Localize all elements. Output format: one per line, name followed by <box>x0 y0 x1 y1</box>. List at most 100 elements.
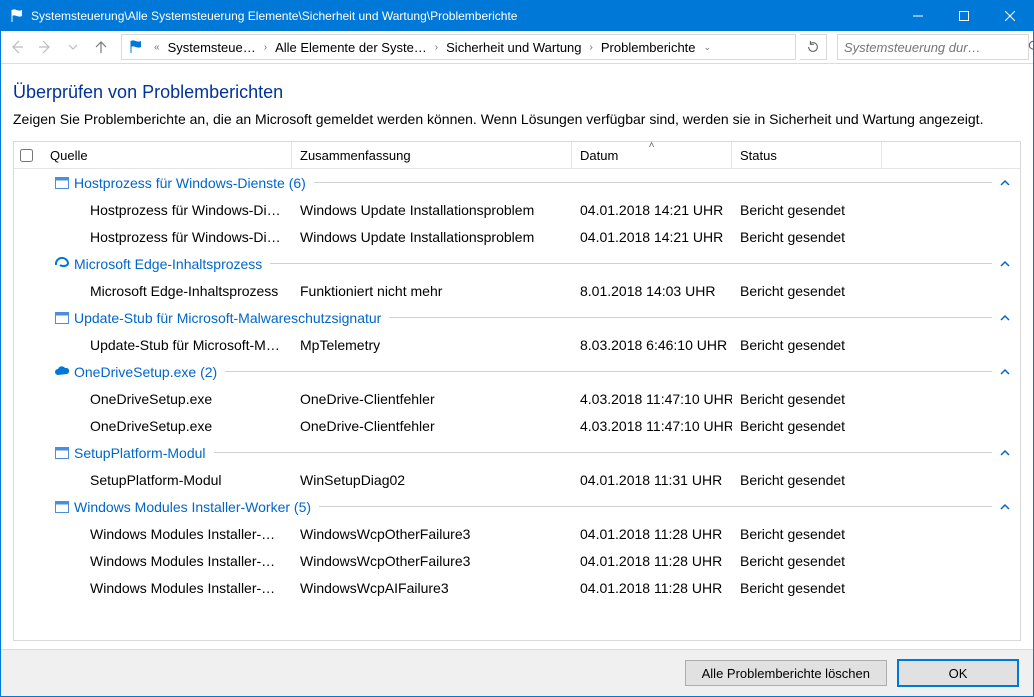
chevron-up-icon[interactable] <box>1000 259 1010 269</box>
group-row[interactable]: Hostprozess für Windows-Dienste (6) <box>14 169 1020 196</box>
column-header-date[interactable]: ˄ Datum <box>572 142 732 168</box>
group-title: Hostprozess für Windows-Dienste (6) <box>74 175 306 191</box>
breadcrumb-item[interactable]: Alle Elemente der Syste… <box>273 40 429 55</box>
chevron-right-icon[interactable]: › <box>429 42 444 53</box>
table-row[interactable]: Windows Modules Installer-Wo…WindowsWcpO… <box>14 547 1020 574</box>
group-divider <box>389 317 992 318</box>
cell-summary: OneDrive-Clientfehler <box>292 391 572 407</box>
back-button[interactable] <box>5 35 29 59</box>
cell-summary: Funktioniert nicht mehr <box>292 283 572 299</box>
chevron-up-icon[interactable] <box>1000 313 1010 323</box>
cell-status: Bericht gesendet <box>732 229 882 245</box>
forward-button[interactable] <box>33 35 57 59</box>
search-box[interactable] <box>837 34 1029 60</box>
page-subtitle: Zeigen Sie Problemberichte an, die an Mi… <box>13 111 1021 127</box>
cell-status: Bericht gesendet <box>732 283 882 299</box>
cell-status: Bericht gesendet <box>732 418 882 434</box>
table-row[interactable]: Hostprozess für Windows-Dien…Windows Upd… <box>14 223 1020 250</box>
cell-date: 04.01.2018 14:21 UHR <box>572 202 732 218</box>
chevron-right-icon[interactable]: › <box>258 42 273 53</box>
chevron-up-icon[interactable] <box>1000 178 1010 188</box>
control-panel-flag-icon <box>128 39 144 55</box>
edge-icon <box>54 256 70 272</box>
cell-date: 04.01.2018 11:31 UHR <box>572 472 732 488</box>
cell-source: Windows Modules Installer-Wo… <box>42 580 292 596</box>
cell-source: Windows Modules Installer-Wo… <box>42 526 292 542</box>
cell-summary: MpTelemetry <box>292 337 572 353</box>
cell-status: Bericht gesendet <box>732 337 882 353</box>
recent-button[interactable] <box>61 35 85 59</box>
group-row[interactable]: SetupPlatform-Modul <box>14 439 1020 466</box>
cell-source: SetupPlatform-Modul <box>42 472 292 488</box>
app-icon <box>54 445 70 461</box>
cell-source: OneDriveSetup.exe <box>42 418 292 434</box>
group-divider <box>214 452 992 453</box>
chevron-up-icon[interactable] <box>1000 502 1010 512</box>
app-icon <box>54 175 70 191</box>
problem-report-list: Quelle Zusammenfassung ˄ Datum Status Ho… <box>13 141 1021 641</box>
app-icon <box>54 499 70 515</box>
cell-summary: WindowsWcpOtherFailure3 <box>292 553 572 569</box>
cell-date: 8.03.2018 6:46:10 UHR <box>572 337 732 353</box>
table-row[interactable]: SetupPlatform-ModulWinSetupDiag0204.01.2… <box>14 466 1020 493</box>
group-title: Windows Modules Installer-Worker (5) <box>74 499 311 515</box>
app-icon <box>54 310 70 326</box>
breadcrumb-item[interactable]: Problemberichte <box>599 40 698 55</box>
chevron-up-icon[interactable] <box>1000 448 1010 458</box>
cell-source: Microsoft Edge-Inhaltsprozess <box>42 283 292 299</box>
table-row[interactable]: Windows Modules Installer-Wo…WindowsWcpA… <box>14 574 1020 601</box>
breadcrumb-ellipsis[interactable]: « <box>148 42 166 53</box>
up-button[interactable] <box>89 35 113 59</box>
table-row[interactable]: Update-Stub für Microsoft-Mal…MpTelemetr… <box>14 331 1020 358</box>
table-row[interactable]: OneDriveSetup.exeOneDrive-Clientfehler4.… <box>14 385 1020 412</box>
table-row[interactable]: OneDriveSetup.exeOneDrive-Clientfehler4.… <box>14 412 1020 439</box>
sort-ascending-icon: ˄ <box>649 141 655 151</box>
minimize-button[interactable] <box>895 1 941 31</box>
search-icon[interactable] <box>1028 40 1034 54</box>
list-header: Quelle Zusammenfassung ˄ Datum Status <box>14 142 1020 169</box>
chevron-down-icon[interactable]: ⌄ <box>698 42 718 53</box>
cell-status: Bericht gesendet <box>732 580 882 596</box>
search-input[interactable] <box>838 40 1028 55</box>
cell-status: Bericht gesendet <box>732 391 882 407</box>
group-title: SetupPlatform-Modul <box>74 445 206 461</box>
table-row[interactable]: Windows Modules Installer-Wo…WindowsWcpO… <box>14 520 1020 547</box>
breadcrumb[interactable]: « Systemsteue… › Alle Elemente der Syste… <box>121 34 796 60</box>
cell-summary: WindowsWcpAIFailure3 <box>292 580 572 596</box>
ok-button[interactable]: OK <box>897 659 1019 687</box>
group-row[interactable]: Windows Modules Installer-Worker (5) <box>14 493 1020 520</box>
chevron-up-icon[interactable] <box>1000 367 1010 377</box>
column-header-status[interactable]: Status <box>732 142 882 168</box>
navbar: « Systemsteue… › Alle Elemente der Syste… <box>1 31 1033 64</box>
group-divider <box>225 371 992 372</box>
maximize-button[interactable] <box>941 1 987 31</box>
breadcrumb-item[interactable]: Sicherheit und Wartung <box>444 40 583 55</box>
cell-summary: Windows Update Installationsproblem <box>292 229 572 245</box>
cell-source: OneDriveSetup.exe <box>42 391 292 407</box>
cell-source: Windows Modules Installer-Wo… <box>42 553 292 569</box>
group-row[interactable]: OneDriveSetup.exe (2) <box>14 358 1020 385</box>
group-row[interactable]: Update-Stub für Microsoft-Malwareschutzs… <box>14 304 1020 331</box>
cell-status: Bericht gesendet <box>732 472 882 488</box>
onedrive-icon <box>54 364 70 380</box>
cell-date: 04.01.2018 14:21 UHR <box>572 229 732 245</box>
table-row[interactable]: Hostprozess für Windows-Dien…Windows Upd… <box>14 196 1020 223</box>
select-all-checkbox[interactable] <box>14 142 42 168</box>
column-header-source[interactable]: Quelle <box>42 142 292 168</box>
cell-source: Hostprozess für Windows-Dien… <box>42 202 292 218</box>
group-row[interactable]: Microsoft Edge-Inhaltsprozess <box>14 250 1020 277</box>
breadcrumb-item[interactable]: Systemsteue… <box>166 40 258 55</box>
cell-summary: WinSetupDiag02 <box>292 472 572 488</box>
refresh-button[interactable] <box>800 34 827 60</box>
group-title: Update-Stub für Microsoft-Malwareschutzs… <box>74 310 381 326</box>
group-title: OneDriveSetup.exe (2) <box>74 364 217 380</box>
cell-status: Bericht gesendet <box>732 202 882 218</box>
table-row[interactable]: Microsoft Edge-InhaltsprozessFunktionier… <box>14 277 1020 304</box>
close-button[interactable] <box>987 1 1033 31</box>
column-header-summary[interactable]: Zusammenfassung <box>292 142 572 168</box>
clear-all-button[interactable]: Alle Problemberichte löschen <box>685 660 887 686</box>
cell-date: 4.03.2018 11:47:10 UHR <box>572 391 732 407</box>
cell-date: 04.01.2018 11:28 UHR <box>572 580 732 596</box>
chevron-right-icon[interactable]: › <box>584 42 599 53</box>
group-divider <box>270 263 992 264</box>
